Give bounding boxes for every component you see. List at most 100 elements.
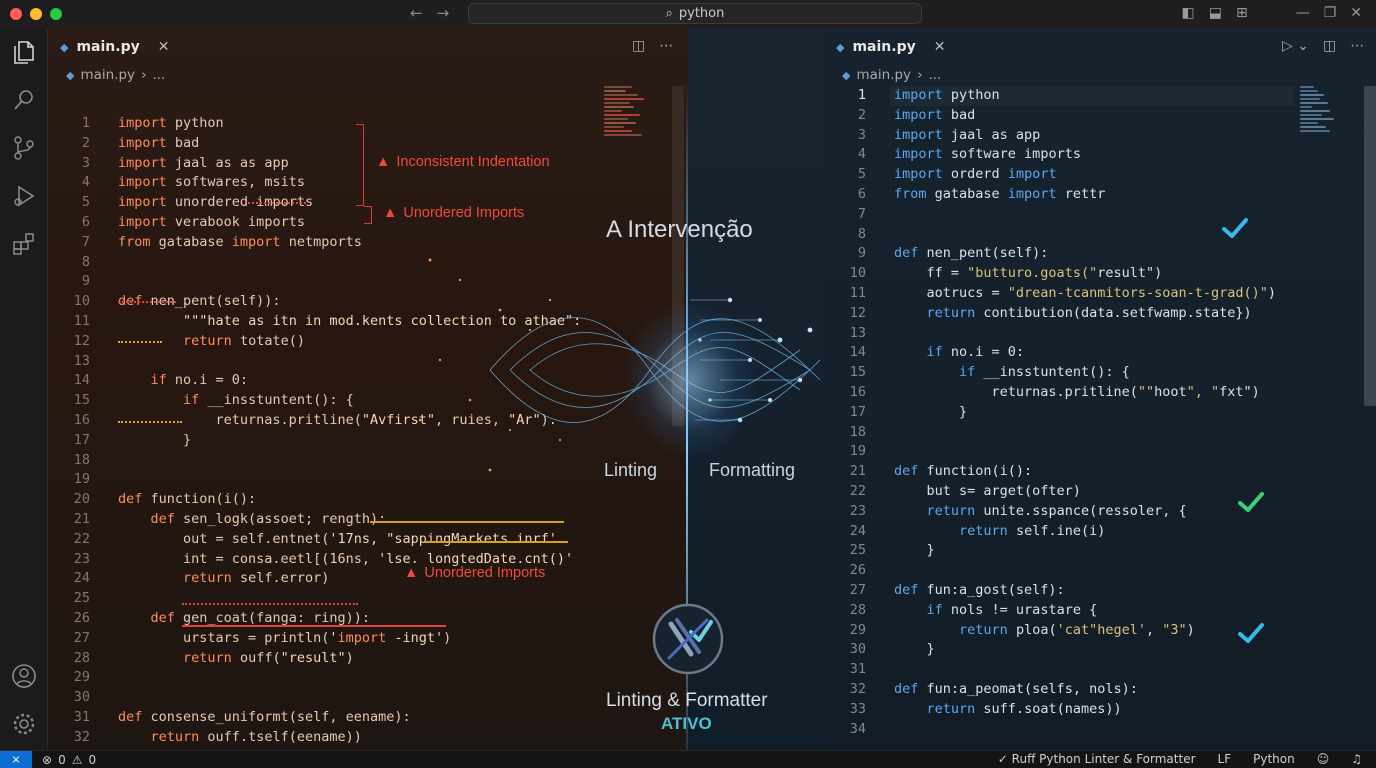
close-tab-icon[interactable]: ✕ — [934, 39, 946, 55]
run-file-icon[interactable]: ▷ ⌄ — [1282, 38, 1309, 54]
line-number: 6 — [857, 185, 866, 202]
code-line[interactable]: 24 return self.ine(i) — [824, 522, 1276, 542]
notifications-bell-icon[interactable]: ♫ — [1351, 752, 1362, 766]
source-control-icon[interactable] — [10, 134, 38, 162]
split-editor-icon[interactable]: ◫ — [1323, 38, 1336, 54]
breadcrumb-file[interactable]: main.py — [856, 67, 911, 83]
code-line[interactable]: 7 — [824, 205, 1276, 225]
right-scrollbar[interactable] — [1364, 86, 1376, 406]
code-line[interactable]: 21 def sen_logk(assoet; rength): — [48, 510, 581, 530]
warning-unordered-imports-2[interactable]: ▲ Unordered Imports — [404, 565, 545, 581]
code-line[interactable]: 22 but s= arget(ofter) — [824, 482, 1276, 502]
customize-layout-icon[interactable]: ⊞ — [1236, 5, 1248, 21]
close-tab-icon[interactable]: ✕ — [158, 39, 170, 55]
code-line[interactable]: 31 def consense_uniformt(self, eename): — [48, 708, 581, 728]
code-line[interactable]: 4 import software imports — [824, 145, 1276, 165]
code-line[interactable]: 13 — [824, 324, 1276, 344]
search-view-icon[interactable] — [10, 86, 38, 114]
code-line[interactable]: 15 if __insstuntent(): { — [824, 363, 1276, 383]
code-line[interactable]: 3 import jaal as app — [824, 126, 1276, 146]
code-line[interactable]: 6 from gatabase import rettr — [824, 185, 1276, 205]
back-arrow-icon[interactable]: ← — [410, 4, 423, 22]
run-debug-icon[interactable] — [10, 182, 38, 210]
close-window-button[interactable] — [10, 8, 22, 20]
code-line[interactable]: 25 } — [824, 541, 1276, 561]
code-line[interactable]: 23 return unite.sspance(ressoler, { — [824, 502, 1276, 522]
language-mode[interactable]: Python — [1253, 752, 1295, 766]
warning-inconsistent-indentation[interactable]: ▲ Inconsistent Indentation — [376, 154, 550, 170]
code-line[interactable]: 22 out = self.entnet('17ns, "sappingMark… — [48, 530, 581, 550]
code-line[interactable]: 28 if nols != urastare { — [824, 601, 1276, 621]
breadcrumb-more[interactable]: ... — [152, 67, 165, 83]
more-actions-icon[interactable]: ⋯ — [659, 38, 673, 54]
account-icon[interactable] — [10, 662, 38, 690]
right-minimap[interactable] — [1300, 86, 1348, 134]
eol-indicator[interactable]: LF — [1218, 752, 1232, 766]
code-line[interactable]: 26 — [824, 561, 1276, 581]
code-line[interactable]: 5 import orderd import — [824, 165, 1276, 185]
tab-main-py-left[interactable]: ◆ main.py ✕ — [48, 28, 181, 66]
code-line[interactable]: 27 def fun:a_gost(self): — [824, 581, 1276, 601]
linter-status[interactable]: ✓ Ruff Python Linter & Formatter — [998, 752, 1196, 766]
breadcrumb-more[interactable]: ... — [928, 67, 941, 83]
feedback-icon[interactable]: ☺ — [1317, 752, 1330, 766]
code-line[interactable]: 16 returnas.pritline(""hoot", "fxt") — [824, 383, 1276, 403]
code-line[interactable]: 31 — [824, 660, 1276, 680]
code-line[interactable]: 9 def nen_pent(self): — [824, 244, 1276, 264]
code-line[interactable]: 21 def function(i(): — [824, 462, 1276, 482]
split-editor-icon[interactable]: ◫ — [632, 38, 645, 54]
code-line[interactable]: 30 — [48, 688, 581, 708]
breadcrumb-file[interactable]: main.py — [80, 67, 135, 83]
line-number: 31 — [849, 661, 866, 678]
code-line[interactable]: 2 import bad — [824, 106, 1276, 126]
line-text — [866, 561, 894, 581]
code-line[interactable]: 14 if no.i = 0: — [824, 343, 1276, 363]
code-line[interactable]: 28 return ouff("result") — [48, 649, 581, 669]
code-line[interactable]: 11 aotrucs = "drean-tcanmitors-soan-t-gr… — [824, 284, 1276, 304]
toggle-sidebar-icon[interactable]: ◧ — [1182, 5, 1195, 21]
code-line[interactable]: 29 return ploa('cat"hegel', "3") — [824, 621, 1276, 641]
minimize-icon[interactable]: — — [1296, 5, 1310, 21]
code-line[interactable]: 29 — [48, 668, 581, 688]
command-center-search[interactable]: ⌕ python — [468, 3, 922, 24]
code-line[interactable]: 19 — [824, 442, 1276, 462]
code-line[interactable]: 33 return suff.soat(names)) — [824, 700, 1276, 720]
code-line[interactable]: 17 } — [824, 403, 1276, 423]
maximize-window-button[interactable] — [50, 8, 62, 20]
settings-gear-icon[interactable] — [10, 710, 38, 738]
line-number: 32 — [73, 728, 90, 745]
code-line[interactable]: 1 import python — [48, 114, 581, 134]
code-line[interactable]: 1 import python — [824, 86, 1276, 106]
code-line[interactable]: 32 def fun:a_peomat(selfs, nols): — [824, 680, 1276, 700]
right-code-area[interactable]: 1 import python 2 import bad 3 import jaal as… — [824, 86, 1276, 739]
remote-indicator-icon[interactable]: ⨯ — [0, 750, 32, 768]
toggle-panel-icon[interactable]: ⬓ — [1209, 5, 1222, 21]
extensions-icon[interactable] — [10, 230, 38, 258]
problems-indicator[interactable]: ⊗ 0 ⚠ 0 — [42, 753, 96, 767]
code-line[interactable]: 12 return contibution(data.setfwamp.stat… — [824, 304, 1276, 324]
tab-main-py-right[interactable]: ◆ main.py ✕ — [824, 28, 957, 66]
code-line[interactable]: 25 — [48, 589, 581, 609]
explorer-icon[interactable] — [10, 38, 38, 66]
code-line[interactable]: 18 — [824, 423, 1276, 443]
code-line[interactable]: 2 import bad — [48, 134, 581, 154]
restore-icon[interactable]: ❐ — [1324, 5, 1337, 21]
close-icon[interactable]: ✕ — [1350, 5, 1362, 21]
code-line[interactable]: 30 } — [824, 640, 1276, 660]
code-line[interactable]: 32 return ouff.tself(eename)) — [48, 728, 581, 748]
forward-arrow-icon[interactable]: → — [437, 4, 450, 22]
left-minimap[interactable] — [604, 86, 652, 138]
minimize-window-button[interactable] — [30, 8, 42, 20]
more-actions-icon[interactable]: ⋯ — [1350, 38, 1364, 54]
code-line[interactable]: 10 ff = "butturo.goats("result") — [824, 264, 1276, 284]
code-line[interactable]: 27 urstars = println('import -ingt') — [48, 629, 581, 649]
code-line[interactable]: 8 — [824, 225, 1276, 245]
line-text — [90, 451, 118, 471]
warning-unordered-imports[interactable]: ▲ Unordered Imports — [383, 205, 524, 221]
line-text: import verabook imports — [118, 213, 305, 230]
line-number: 27 — [849, 581, 866, 598]
code-line[interactable]: 4 import softwares, msits — [48, 173, 581, 193]
code-line[interactable]: 34 — [824, 720, 1276, 740]
warning-text: Unordered Imports — [403, 205, 525, 221]
brand-name: Linting & Formatter — [606, 690, 768, 711]
